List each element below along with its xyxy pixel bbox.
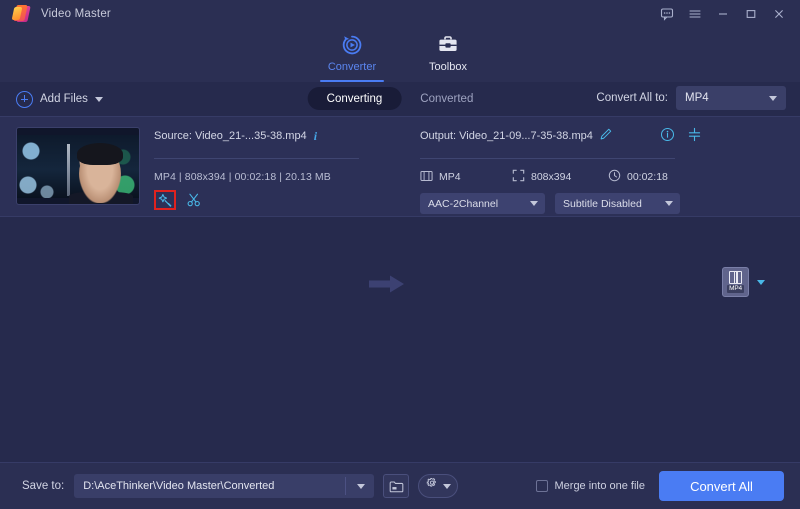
merge-label: Merge into one file [554, 480, 646, 492]
convert-all-to-group: Convert All to: MP4 [596, 86, 786, 110]
film-icon [420, 170, 433, 185]
format-badge-button[interactable]: MP4 [722, 267, 749, 297]
bottom-bar: Save to: D:\AceThinker\Video Master\Conv… [0, 462, 800, 509]
format-badge-label: MP4 [727, 285, 744, 293]
output-info-icon[interactable] [660, 127, 675, 147]
add-files-label: Add Files [40, 93, 88, 105]
menu-icon[interactable] [682, 2, 708, 26]
video-converter-window: Video Master Converter Toolbox Add Files… [0, 0, 800, 509]
save-to-label: Save to: [22, 480, 65, 492]
status-filter-tabs: Converting Converted [307, 87, 493, 110]
output-resolution-item: 808x394 [512, 169, 608, 185]
audio-track-value: AAC-2Channel [428, 197, 499, 210]
audio-track-select[interactable]: AAC-2Channel [420, 193, 545, 214]
split-merge-icon[interactable] [687, 127, 702, 147]
output-duration-item: 00:02:18 [608, 169, 668, 185]
merge-checkbox[interactable] [535, 480, 548, 492]
chevron-down-icon [769, 95, 777, 101]
plus-circle-icon [16, 90, 33, 108]
output-meta-row: MP4 808x394 00:02:18 [420, 169, 680, 185]
output-resolution-value: 808x394 [531, 171, 572, 183]
chevron-down-icon[interactable] [757, 279, 765, 285]
subtitle-track-value: Subtitle Disabled [563, 197, 642, 210]
edit-wand-icon[interactable] [154, 190, 176, 210]
convert-all-button[interactable]: Convert All [659, 471, 784, 501]
source-actions [154, 190, 359, 210]
app-logo-icon [11, 4, 32, 24]
title-bar: Video Master [0, 0, 800, 28]
output-filename: Output: Video_21-09...7-35-38.mp4 [420, 130, 593, 142]
output-duration-value: 00:02:18 [627, 171, 668, 183]
convert-all-to-value: MP4 [685, 92, 709, 104]
tab-converter-label: Converter [327, 61, 377, 73]
clock-icon [608, 169, 621, 185]
output-format-value: MP4 [439, 171, 461, 183]
chevron-down-icon [443, 483, 452, 489]
trim-scissors-icon[interactable] [185, 191, 203, 209]
source-meta: MP4 | 808x394 | 00:02:18 | 20.13 MB [154, 171, 331, 183]
output-divider [420, 158, 675, 159]
browse-folder-button[interactable] [383, 474, 410, 498]
toolbox-icon [436, 32, 460, 58]
output-title-row: Output: Video_21-09...7-35-38.mp4 [420, 127, 701, 146]
source-filename: Source: Video_21-...35-38.mp4 [154, 130, 307, 142]
minimize-icon[interactable] [710, 2, 736, 26]
output-right-icons [660, 127, 702, 147]
chevron-down-icon [530, 201, 538, 206]
add-files-button[interactable]: Add Files [16, 87, 103, 111]
source-title-row: Source: Video_21-...35-38.mp4 i [154, 127, 359, 145]
source-divider [154, 158, 359, 159]
subtitle-track-select[interactable]: Subtitle Disabled [555, 193, 680, 214]
output-column: Output: Video_21-09...7-35-38.mp4 MP4 80… [420, 127, 701, 214]
resize-icon [512, 169, 525, 185]
content-toolbar: Add Files Converting Converted Convert A… [0, 82, 800, 116]
maximize-icon[interactable] [738, 2, 764, 26]
convert-all-to-select[interactable]: MP4 [676, 86, 786, 110]
source-column: Source: Video_21-...35-38.mp4 i MP4 | 80… [154, 127, 359, 210]
close-icon[interactable] [766, 2, 792, 26]
save-path-value: D:\AceThinker\Video Master\Converted [83, 480, 275, 492]
video-thumbnail[interactable] [16, 127, 140, 205]
thumbnail-image [17, 135, 139, 204]
tab-converted[interactable]: Converted [401, 87, 492, 110]
gear-icon [425, 477, 439, 496]
chevron-down-icon[interactable] [94, 96, 103, 102]
app-title: Video Master [41, 8, 111, 20]
film-strip-icon [729, 270, 742, 284]
output-track-selects: AAC-2Channel Subtitle Disabled [420, 193, 680, 214]
converter-icon [340, 32, 364, 58]
info-icon[interactable]: i [314, 129, 317, 144]
settings-button[interactable] [418, 474, 459, 498]
chevron-down-icon[interactable] [357, 483, 366, 489]
main-nav: Converter Toolbox [0, 28, 800, 82]
save-path-input[interactable]: D:\AceThinker\Video Master\Converted [74, 474, 375, 498]
chevron-down-icon [665, 201, 673, 206]
conversion-arrow-icon [369, 275, 405, 293]
window-controls [654, 0, 792, 28]
tab-converting[interactable]: Converting [307, 87, 402, 110]
tab-toolbox[interactable]: Toolbox [400, 28, 496, 82]
output-format-badge-group: MP4 [722, 267, 765, 297]
tab-toolbox-label: Toolbox [429, 61, 467, 73]
output-format-item: MP4 [420, 170, 512, 185]
convert-all-to-label: Convert All to: [596, 92, 668, 104]
file-card[interactable]: Source: Video_21-...35-38.mp4 i MP4 | 80… [0, 116, 800, 297]
rename-pencil-icon[interactable] [599, 127, 613, 146]
feedback-icon[interactable] [654, 2, 680, 26]
tab-converter[interactable]: Converter [304, 28, 400, 82]
merge-into-one-file-group[interactable]: Merge into one file [535, 480, 646, 492]
